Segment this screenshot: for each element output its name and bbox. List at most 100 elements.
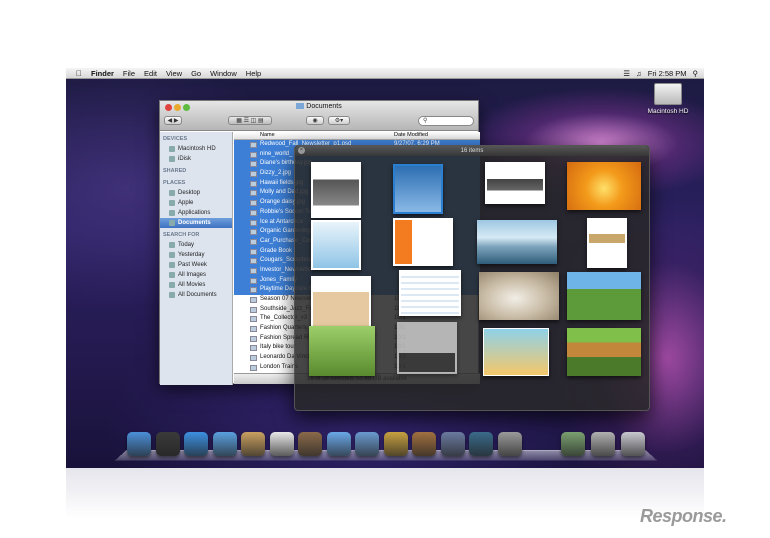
- column-name[interactable]: Name: [260, 132, 275, 138]
- itunes-icon[interactable]: [326, 432, 351, 456]
- finder-titlebar[interactable]: Documents ◀ ▶ ▦ ☰ ◫ ▤ ◉ ⚙▾ ⚲: [160, 101, 478, 131]
- thumbnail-dog-photo[interactable]: [479, 272, 559, 320]
- sidebar-item-all-documents[interactable]: All Documents: [160, 290, 232, 300]
- thumbnail-orange-daisy[interactable]: [567, 162, 641, 210]
- sidebar-item-macintosh-hd[interactable]: Macintosh HD: [160, 144, 232, 154]
- imovie-icon[interactable]: [383, 432, 408, 456]
- document-icon: [250, 190, 257, 197]
- document-icon: [250, 238, 257, 245]
- ichat-icon[interactable]: [212, 432, 237, 456]
- spaces-icon[interactable]: [440, 432, 465, 456]
- finder-sidebar: DEVICES Macintosh HD iDisk SHARED PLACES…: [160, 132, 233, 385]
- volume-icon[interactable]: ♫: [636, 69, 642, 78]
- thumbnail-car-document[interactable]: [485, 162, 545, 204]
- sidebar-header-shared: SHARED: [163, 168, 187, 174]
- document-icon: [250, 297, 257, 303]
- applications-icon: [169, 210, 175, 216]
- sidebar-header-devices: DEVICES: [163, 136, 188, 142]
- search-input[interactable]: ⚲: [418, 116, 474, 126]
- folder-icon: [296, 103, 305, 109]
- preview-icon[interactable]: [298, 432, 322, 456]
- file-name: Jones_Family: [260, 276, 298, 283]
- file-name: Grade Book: [260, 247, 293, 254]
- back-forward-button[interactable]: ◀ ▶: [164, 116, 182, 125]
- address-book-icon[interactable]: [241, 432, 265, 456]
- document-icon: [250, 364, 257, 371]
- garageband-icon[interactable]: [412, 432, 436, 456]
- close-icon[interactable]: ×: [298, 147, 305, 154]
- thumbnail-family-photo[interactable]: [309, 326, 375, 376]
- sidebar-item-all-images[interactable]: All Images: [160, 270, 232, 280]
- quicklook-count: 16 items: [460, 148, 484, 154]
- menu-clock[interactable]: Fri 2:58 PM: [648, 69, 687, 78]
- time-machine-icon[interactable]: [469, 432, 493, 456]
- home-icon: [169, 200, 175, 206]
- menu-help[interactable]: Help: [246, 69, 261, 78]
- document-icon: [250, 151, 257, 158]
- photos-stack-icon[interactable]: [561, 432, 585, 456]
- sidebar-item-yesterday[interactable]: Yesterday: [160, 250, 232, 260]
- sidebar-item-today[interactable]: Today: [160, 240, 232, 250]
- spotlight-icon[interactable]: ⚲: [693, 69, 699, 78]
- menu-file[interactable]: File: [123, 69, 135, 78]
- menu-go[interactable]: Go: [191, 69, 201, 78]
- apple-menu-icon[interactable]: : [76, 69, 82, 78]
- dashboard-icon[interactable]: [155, 432, 180, 456]
- drive-icon: [169, 146, 175, 152]
- thumbnail-hawaii-fields[interactable]: [567, 272, 641, 320]
- menu-view[interactable]: View: [166, 69, 182, 78]
- thumbnail-daycare-flyer[interactable]: [393, 218, 453, 266]
- ical-icon[interactable]: [269, 432, 294, 456]
- thumbnail-organic-garden[interactable]: [483, 328, 549, 376]
- iphoto-icon[interactable]: [355, 432, 379, 456]
- clock-icon: [169, 252, 175, 258]
- quicklook-button[interactable]: ◉: [306, 116, 324, 125]
- document-icon: [250, 161, 257, 168]
- document-icon: [250, 326, 257, 333]
- thumbnail-antarctica[interactable]: [477, 220, 557, 264]
- sidebar-item-documents[interactable]: Documents: [160, 218, 232, 228]
- sidebar-item-apple[interactable]: Apple: [160, 198, 232, 208]
- documents-stack-icon[interactable]: [591, 432, 615, 456]
- documents-icon: [169, 220, 175, 226]
- document-icon: [250, 248, 257, 255]
- thumbnail-grade-book[interactable]: [399, 270, 461, 316]
- quicklook-titlebar[interactable]: × 16 items: [295, 146, 649, 156]
- dock: [114, 428, 658, 462]
- system-preferences-icon[interactable]: [497, 432, 522, 456]
- menu-bar:  Finder File Edit View Go Window Help ☰…: [66, 68, 704, 79]
- trash-icon[interactable]: [621, 432, 645, 456]
- sidebar-header-search: SEARCH FOR: [163, 232, 200, 238]
- document-icon: [250, 335, 257, 342]
- thumbnail-magazine[interactable]: [587, 218, 627, 268]
- column-date-modified[interactable]: Date Modified: [394, 132, 428, 138]
- document-icon: [250, 355, 257, 362]
- document-icon: [250, 345, 257, 352]
- document-icon: [250, 171, 257, 178]
- sidebar-item-all-movies[interactable]: All Movies: [160, 280, 232, 290]
- file-name: Dizzy_2.jpg: [260, 170, 292, 177]
- watermark-logo: Response.: [640, 506, 727, 526]
- wifi-icon[interactable]: ☰: [623, 69, 630, 78]
- action-gear-button[interactable]: ⚙▾: [328, 116, 350, 125]
- menu-edit[interactable]: Edit: [144, 69, 157, 78]
- app-menu-finder[interactable]: Finder: [91, 69, 114, 78]
- sidebar-item-desktop[interactable]: Desktop: [160, 188, 232, 198]
- sidebar-item-applications[interactable]: Applications: [160, 208, 232, 218]
- file-name: London Trains: [260, 363, 299, 370]
- menu-window[interactable]: Window: [210, 69, 237, 78]
- safari-icon[interactable]: [184, 432, 208, 456]
- finder-icon[interactable]: [127, 432, 151, 456]
- view-switcher[interactable]: ▦ ☰ ◫ ▤: [228, 116, 272, 125]
- thumbnail-soccer-photo[interactable]: [393, 164, 443, 214]
- hard-drive-icon[interactable]: [654, 83, 682, 105]
- sidebar-item-past-week[interactable]: Past Week: [160, 260, 232, 270]
- thumbnail-brochure[interactable]: [311, 220, 361, 270]
- desktop-icon: [169, 190, 175, 196]
- sidebar-item-idisk[interactable]: iDisk: [160, 154, 232, 164]
- clock-icon: [169, 242, 175, 248]
- thumbnail-scrapbook[interactable]: [397, 322, 457, 374]
- sidebar-header-places: PLACES: [163, 180, 186, 186]
- thumbnail-soccer-team[interactable]: [567, 328, 641, 376]
- thumbnail-newsletter[interactable]: [311, 162, 361, 218]
